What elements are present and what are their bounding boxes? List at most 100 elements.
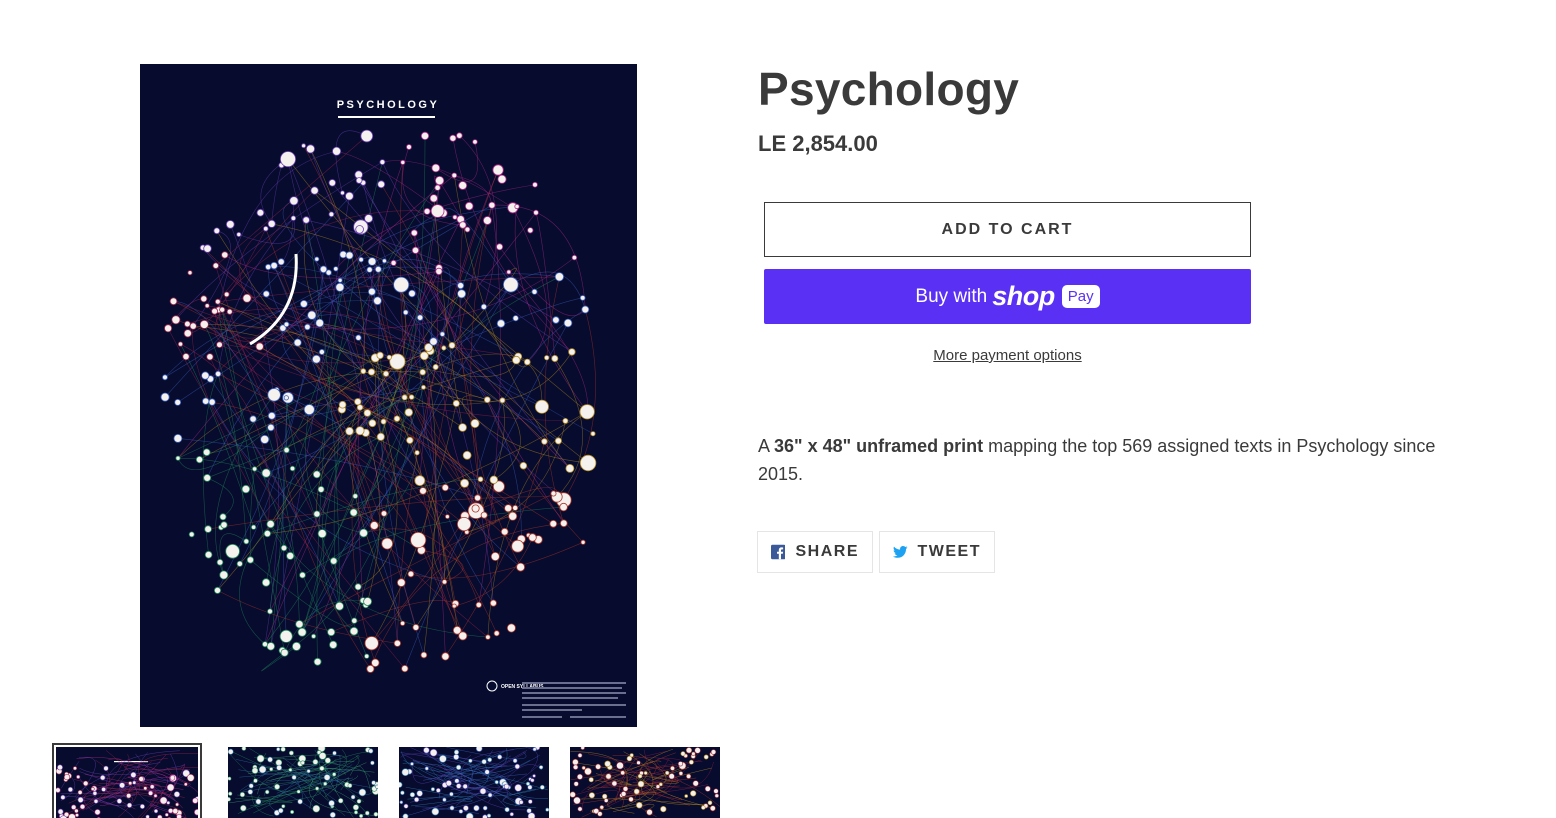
poster-links bbox=[164, 130, 596, 672]
thumbnail-node bbox=[628, 796, 634, 802]
thumbnail-node bbox=[130, 771, 137, 778]
share-on-facebook-button[interactable]: SHARE bbox=[757, 531, 873, 573]
poster-node bbox=[458, 181, 468, 190]
thumbnail-node bbox=[92, 790, 98, 796]
poster-node bbox=[423, 207, 431, 215]
thumbnail-node bbox=[318, 752, 327, 760]
thumbnail-detail-red[interactable] bbox=[570, 747, 720, 818]
poster-node bbox=[523, 358, 531, 366]
thumbnail-node bbox=[192, 797, 198, 804]
thumbnail-node bbox=[143, 786, 148, 791]
poster-node bbox=[441, 483, 449, 492]
thumbnail-detail-green[interactable] bbox=[228, 747, 378, 818]
poster-node bbox=[492, 164, 504, 176]
thumbnail-node bbox=[228, 748, 234, 755]
thumbnail-detail-blue[interactable] bbox=[399, 747, 549, 818]
buy-with-label: Buy with bbox=[915, 285, 988, 307]
product-price: LE 2,854.00 bbox=[758, 131, 878, 156]
thumbnail-node bbox=[315, 786, 320, 791]
thumbnail-node bbox=[159, 796, 168, 805]
thumbnail-node bbox=[352, 804, 359, 811]
poster-node bbox=[380, 510, 388, 517]
poster-node bbox=[267, 411, 276, 420]
poster-link bbox=[535, 212, 556, 359]
thumbnail-node bbox=[173, 791, 180, 798]
poster-node bbox=[329, 640, 338, 649]
thumbnail-node bbox=[265, 789, 270, 795]
poster-link bbox=[378, 269, 518, 547]
poster-node bbox=[390, 259, 397, 266]
thumbnail-node bbox=[646, 808, 653, 816]
poster-node bbox=[280, 544, 288, 552]
poster-node bbox=[452, 399, 460, 407]
poster-node bbox=[374, 265, 382, 273]
poster-link bbox=[365, 432, 381, 602]
thumbnail-node bbox=[256, 754, 265, 763]
thumbnail-node bbox=[172, 808, 179, 815]
poster-node bbox=[265, 263, 272, 271]
poster-node bbox=[464, 226, 471, 233]
thumbnail-node bbox=[338, 798, 344, 804]
poster-node bbox=[225, 543, 240, 559]
facebook-icon bbox=[771, 544, 786, 560]
poster-link bbox=[336, 150, 444, 214]
share-on-twitter-button[interactable]: TWEET bbox=[879, 531, 995, 573]
poster-footnote-text bbox=[522, 682, 626, 718]
thumbnail-node bbox=[183, 782, 188, 787]
poster-link bbox=[303, 259, 362, 305]
poster-node bbox=[367, 287, 376, 296]
poster-node bbox=[459, 221, 467, 229]
poster-node bbox=[496, 243, 504, 251]
thumbnail-node bbox=[297, 798, 303, 805]
poster-node bbox=[441, 579, 448, 585]
thumbnail-node bbox=[449, 805, 455, 811]
poster-node bbox=[236, 231, 242, 237]
thumbnail-node bbox=[709, 805, 716, 812]
poster-node bbox=[571, 254, 578, 261]
poster-node bbox=[279, 151, 296, 168]
thumbnail-node bbox=[637, 773, 643, 779]
poster-node bbox=[408, 289, 416, 298]
poster-node bbox=[220, 521, 228, 529]
thumbnail-node bbox=[580, 747, 585, 750]
thumbnail-image bbox=[570, 747, 720, 818]
poster-node bbox=[252, 466, 258, 472]
thumbnail-image bbox=[56, 750, 198, 818]
thumbnail-node bbox=[306, 769, 311, 774]
add-to-cart-button[interactable]: ADD TO CART bbox=[764, 202, 1251, 257]
poster-node bbox=[406, 436, 414, 444]
thumbnail-node bbox=[126, 802, 133, 808]
poster-node bbox=[470, 418, 480, 428]
thumbnail-node bbox=[323, 781, 328, 786]
poster-node bbox=[213, 227, 221, 235]
poster-node bbox=[188, 531, 195, 538]
twitter-icon bbox=[893, 546, 908, 558]
poster-node bbox=[177, 341, 184, 347]
poster-node bbox=[280, 648, 289, 657]
poster-node bbox=[267, 388, 281, 402]
thumbnail-node bbox=[453, 749, 459, 755]
thumbnail-node bbox=[72, 766, 77, 771]
more-payment-options-link[interactable]: More payment options bbox=[764, 347, 1251, 364]
poster-node bbox=[456, 516, 472, 532]
poster-node bbox=[360, 368, 367, 375]
product-main-image[interactable]: PSYCHOLOGY OPEN SYLLABUS bbox=[140, 64, 637, 727]
poster-node bbox=[160, 392, 170, 402]
poster-node bbox=[279, 629, 293, 643]
poster-node bbox=[195, 455, 204, 464]
poster-link bbox=[377, 260, 425, 656]
thumbnail-node bbox=[278, 807, 284, 814]
thumbnail-node bbox=[691, 751, 696, 756]
thumbnail-node bbox=[153, 808, 159, 814]
poster-node bbox=[363, 597, 373, 606]
thumbnail-node bbox=[280, 747, 286, 752]
thumbnail-node bbox=[138, 776, 144, 782]
thumbnail-node bbox=[166, 783, 175, 792]
thumbnail-node bbox=[101, 787, 106, 792]
thumbnail-node bbox=[487, 757, 492, 763]
buy-with-shop-pay-button[interactable]: Buy with shop Pay bbox=[764, 269, 1251, 324]
poster-node bbox=[283, 395, 289, 401]
thumbnail-poster-full[interactable] bbox=[52, 743, 202, 818]
thumbnail-node bbox=[139, 803, 145, 809]
thumbnail-node bbox=[60, 794, 66, 800]
